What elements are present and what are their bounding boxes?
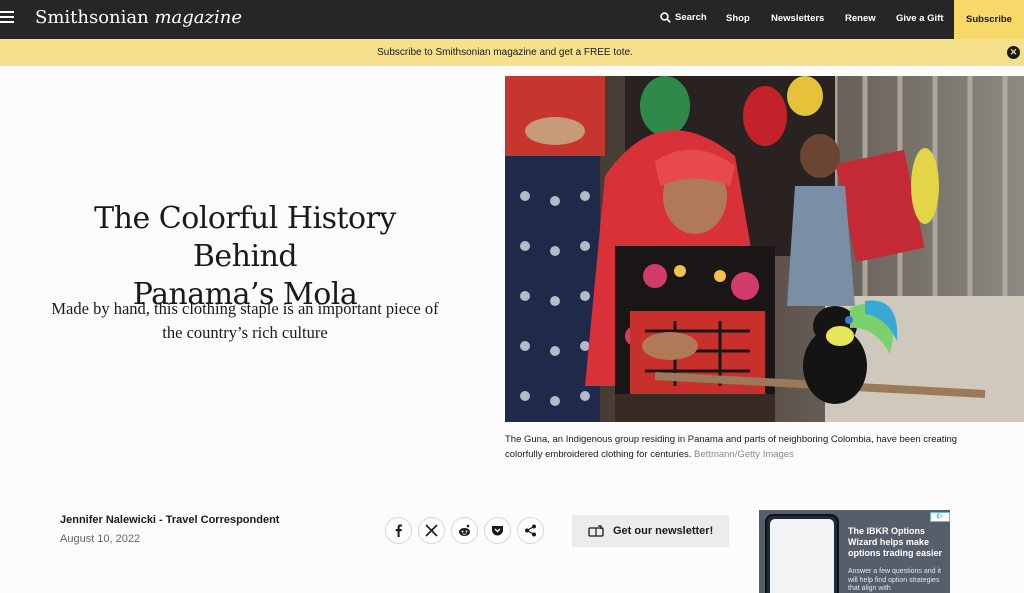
site-logo[interactable]: Smithsonian magazine bbox=[35, 7, 242, 28]
promo-banner: Subscribe to Smithsonian magazine and ge… bbox=[0, 39, 1024, 66]
pocket-icon bbox=[492, 526, 503, 536]
more-share-button[interactable] bbox=[517, 517, 544, 544]
ad-phone-image bbox=[765, 514, 839, 593]
author-byline[interactable]: Jennifer Nalewicki - Travel Corresponden… bbox=[60, 514, 279, 526]
newsletter-signup-button[interactable]: Get our newsletter! bbox=[572, 515, 729, 547]
search-label: Search bbox=[675, 12, 707, 23]
search-button[interactable]: Search bbox=[660, 12, 707, 23]
advertisement[interactable]: The IBKR Options Wizard helps make optio… bbox=[759, 510, 950, 593]
publish-date: August 10, 2022 bbox=[60, 533, 141, 545]
caption-line-2: colorfully embroidered clothing for cent… bbox=[505, 449, 692, 460]
article-dek: Made by hand, this clothing staple is an… bbox=[40, 297, 450, 345]
headline-line-1: The Colorful History Behind bbox=[94, 201, 396, 274]
dek-line-1: Made by hand, this clothing staple is an… bbox=[51, 299, 439, 318]
nav-give-gift-link[interactable]: Give a Gift bbox=[896, 13, 944, 24]
newsletter-icon bbox=[588, 525, 604, 537]
hamburger-menu-icon[interactable] bbox=[0, 11, 14, 24]
subscribe-button[interactable]: Subscribe bbox=[954, 0, 1024, 39]
logo-wordmark: Smithsonian bbox=[35, 7, 149, 28]
nav-newsletters-link[interactable]: Newsletters bbox=[771, 13, 824, 24]
facebook-share-button[interactable] bbox=[385, 517, 412, 544]
share-icon bbox=[525, 524, 536, 537]
ad-body: Answer a few questions and it will help … bbox=[848, 568, 941, 592]
hero-photo-illustration bbox=[505, 76, 1024, 422]
top-navigation: Smithsonian magazine Search Shop Newslet… bbox=[0, 0, 1024, 39]
image-credit: Bettmann/Getty Images bbox=[694, 449, 794, 460]
image-caption: The Guna, an Indigenous group residing i… bbox=[505, 432, 1005, 462]
x-icon bbox=[425, 524, 438, 537]
reddit-icon bbox=[459, 524, 470, 536]
hero-image bbox=[505, 76, 1024, 422]
close-icon[interactable]: ✕ bbox=[1007, 46, 1020, 59]
search-icon bbox=[660, 12, 671, 23]
nav-renew-link[interactable]: Renew bbox=[845, 13, 876, 24]
reddit-share-button[interactable] bbox=[451, 517, 478, 544]
dek-line-2: the country’s rich culture bbox=[162, 323, 328, 342]
ad-title: The IBKR Options Wizard helps make optio… bbox=[848, 526, 943, 558]
x-share-button[interactable] bbox=[418, 517, 445, 544]
caption-line-1: The Guna, an Indigenous group residing i… bbox=[505, 434, 958, 445]
adchoices-icon[interactable]: i▷ bbox=[930, 512, 950, 522]
pocket-share-button[interactable] bbox=[484, 517, 511, 544]
promo-text[interactable]: Subscribe to Smithsonian magazine and ge… bbox=[0, 47, 1010, 58]
nav-shop-link[interactable]: Shop bbox=[726, 13, 750, 24]
facebook-icon bbox=[395, 524, 402, 537]
newsletter-label: Get our newsletter! bbox=[613, 525, 714, 537]
logo-magazine: magazine bbox=[154, 7, 243, 28]
